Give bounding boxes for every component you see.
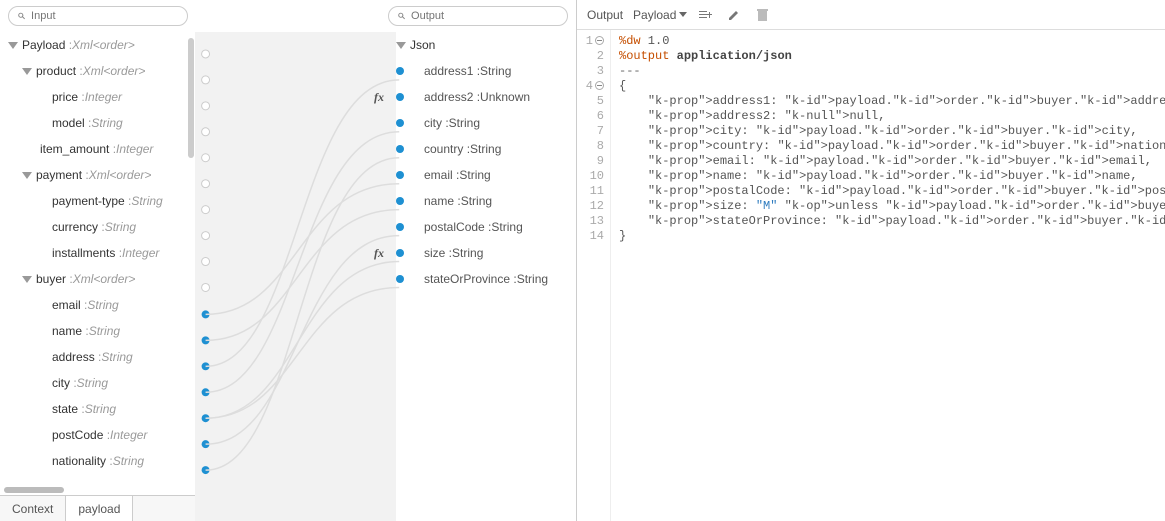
mapping-panel: Payload : Xml<order> product : Xml<order… xyxy=(0,0,577,521)
mapping-dot[interactable] xyxy=(396,67,404,75)
tree-root-payload[interactable]: Payload : Xml<order> xyxy=(0,32,195,58)
fx-icon: fx xyxy=(374,246,384,261)
mapping-dot[interactable] xyxy=(396,119,404,127)
vertical-scrollbar[interactable] xyxy=(188,38,194,158)
output-search-field[interactable] xyxy=(411,10,559,22)
tree-node-product[interactable]: product : Xml<order> xyxy=(0,58,195,84)
tree-root-json[interactable]: Json xyxy=(396,32,576,58)
search-icon xyxy=(17,11,27,22)
line-gutter: 1234567891011121314 xyxy=(577,30,611,521)
field-label: city xyxy=(424,116,442,130)
mapping-dot[interactable] xyxy=(396,197,404,205)
field-type: String xyxy=(449,116,480,130)
output-label: Output xyxy=(587,8,623,22)
field-type: String xyxy=(491,220,522,234)
tree-leaf[interactable]: postCode : Integer xyxy=(0,422,195,448)
output-field[interactable]: fxaddress2 : Unknown xyxy=(396,84,576,110)
tree-node-payment[interactable]: payment : Xml<order> xyxy=(0,162,195,188)
field-label: address1 xyxy=(424,64,473,78)
mapping-dot[interactable] xyxy=(396,171,404,179)
tree-leaf[interactable]: currency : String xyxy=(0,214,195,240)
input-search-field[interactable] xyxy=(31,10,179,22)
field-type: String xyxy=(461,194,492,208)
input-tree[interactable]: Payload : Xml<order> product : Xml<order… xyxy=(0,32,195,521)
fx-icon: fx xyxy=(374,90,384,105)
code-toolbar: Output Payload Preview xyxy=(577,0,1165,30)
output-search-box[interactable] xyxy=(388,6,568,26)
mapping-dot[interactable] xyxy=(396,93,404,101)
tree-leaf[interactable]: nationality : String xyxy=(0,448,195,474)
tree-leaf[interactable]: name : String xyxy=(0,318,195,344)
field-type: String xyxy=(480,64,511,78)
field-type: String xyxy=(452,246,483,260)
field-type: String xyxy=(470,142,501,156)
tree-leaf[interactable]: model : String xyxy=(0,110,195,136)
output-field[interactable]: address1 : String xyxy=(396,58,576,84)
mapping-dot[interactable] xyxy=(396,223,404,231)
output-field[interactable]: email : String xyxy=(396,162,576,188)
delete-button[interactable] xyxy=(753,6,771,24)
field-label: stateOrProvince xyxy=(424,272,510,286)
code-content[interactable]: %dw 1.0%output application/json---{ "k-p… xyxy=(611,30,1165,521)
add-button[interactable] xyxy=(697,6,715,24)
center-strip xyxy=(195,32,396,521)
field-label: name xyxy=(424,194,454,208)
chevron-down-icon xyxy=(679,12,687,17)
field-type: Unknown xyxy=(480,90,530,104)
field-label: size xyxy=(424,246,445,260)
field-type: String xyxy=(459,168,490,182)
code-panel: Output Payload Preview 12345678910111213… xyxy=(577,0,1165,521)
tree-leaf[interactable]: city : String xyxy=(0,370,195,396)
field-label: address2 xyxy=(424,90,473,104)
tree-leaf[interactable]: price : Integer xyxy=(0,84,195,110)
code-editor[interactable]: 1234567891011121314 %dw 1.0%output appli… xyxy=(577,30,1165,521)
tree-leaf[interactable]: installments : Integer xyxy=(0,240,195,266)
bottom-tabs: Context payload xyxy=(0,495,195,521)
tree-leaf[interactable]: email : String xyxy=(0,292,195,318)
output-field[interactable]: stateOrProvince : String xyxy=(396,266,576,292)
input-search-box[interactable] xyxy=(8,6,188,26)
tree-node-buyer[interactable]: buyer : Xml<order> xyxy=(0,266,195,292)
field-label: email xyxy=(424,168,453,182)
tree-leaf[interactable]: payment-type : String xyxy=(0,188,195,214)
tree-leaf[interactable]: item_amount : Integer xyxy=(0,136,195,162)
output-tree[interactable]: Json address1 : Stringfxaddress2 : Unkno… xyxy=(396,32,576,521)
field-type: String xyxy=(517,272,548,286)
output-field[interactable]: name : String xyxy=(396,188,576,214)
output-field[interactable]: fxsize : String xyxy=(396,240,576,266)
mapping-dot[interactable] xyxy=(396,249,404,257)
search-icon xyxy=(397,11,407,22)
output-field[interactable]: postalCode : String xyxy=(396,214,576,240)
tab-payload[interactable]: payload xyxy=(66,496,133,521)
payload-dropdown[interactable]: Payload xyxy=(633,8,687,22)
mapping-area: Payload : Xml<order> product : Xml<order… xyxy=(0,32,576,521)
output-field[interactable]: country : String xyxy=(396,136,576,162)
tree-leaf[interactable]: state : String xyxy=(0,396,195,422)
edit-button[interactable] xyxy=(725,6,743,24)
tab-context[interactable]: Context xyxy=(0,496,66,521)
field-label: postalCode xyxy=(424,220,485,234)
tree-leaf[interactable]: address : String xyxy=(0,344,195,370)
horizontal-scrollbar[interactable] xyxy=(4,487,64,493)
field-label: country xyxy=(424,142,463,156)
mapping-dot[interactable] xyxy=(396,145,404,153)
mapping-dot[interactable] xyxy=(396,275,404,283)
output-field[interactable]: city : String xyxy=(396,110,576,136)
